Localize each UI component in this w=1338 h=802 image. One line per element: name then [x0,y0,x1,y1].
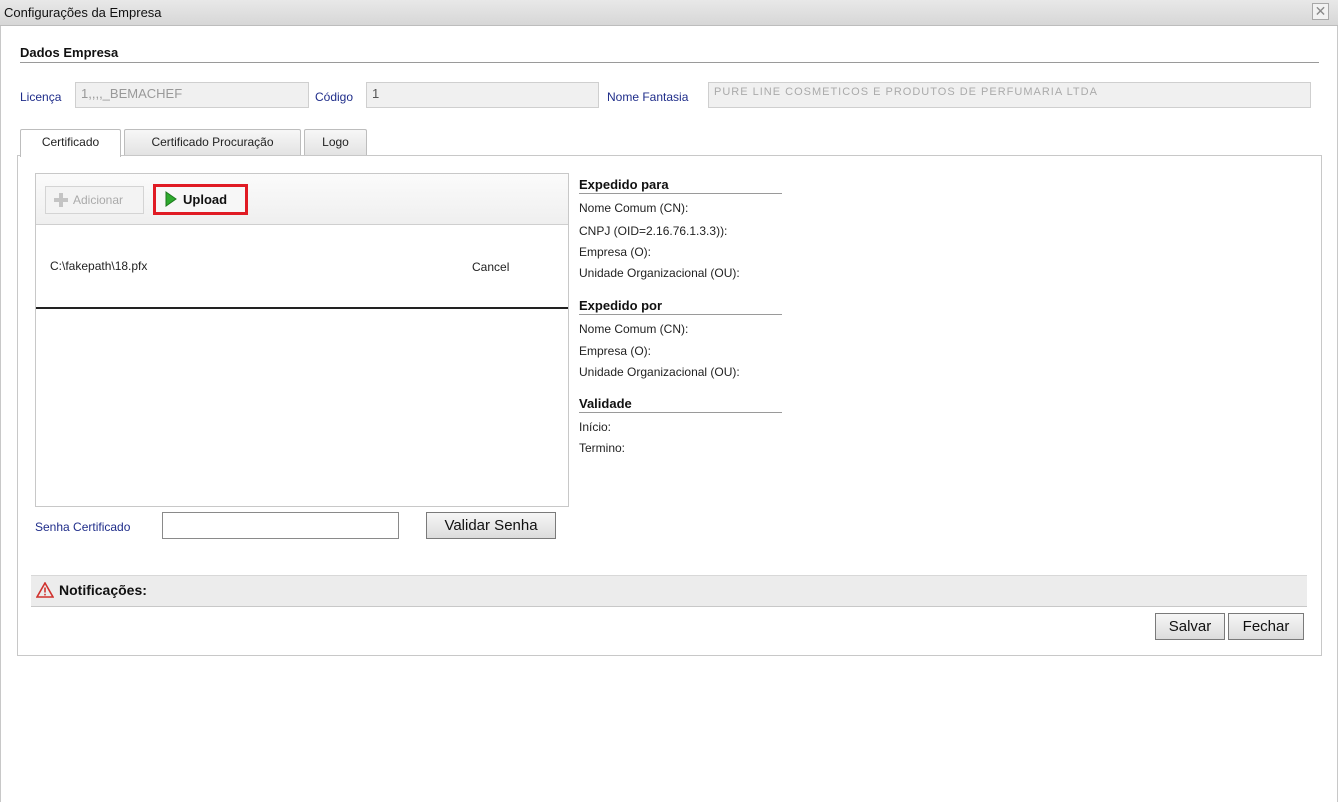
nome-fantasia-label: Nome Fantasia [607,90,689,104]
window-titlebar: Configurações da Empresa ✕ [0,0,1338,26]
plus-icon [54,187,68,213]
expedido-para-cnpj: CNPJ (OID=2.16.76.1.3.3)): [579,224,728,238]
warning-icon [35,581,55,598]
expedido-por-title: Expedido por [579,298,663,313]
add-button[interactable]: Adicionar [45,186,144,214]
play-icon [164,189,178,209]
validade-inicio: Início: [579,420,612,434]
close-button[interactable]: Fechar [1228,613,1304,640]
upload-button-label: Upload [183,192,228,207]
licenca-label: Licença [20,90,62,104]
expedido-para-cn: Nome Comum (CN): [579,201,689,215]
expedido-por-cn: Nome Comum (CN): [579,322,689,336]
senha-certificado-input[interactable] [162,512,399,539]
file-name: C:\fakepath\18.pfx [50,259,148,273]
validade-divider [579,412,782,413]
tab-logo[interactable]: Logo [304,129,367,155]
licenca-field[interactable]: 1,,,,_BEMACHEF [75,82,309,108]
section-divider [20,62,1319,63]
close-icon[interactable]: ✕ [1312,3,1329,20]
validade-title: Validade [579,396,632,411]
expedido-para-title: Expedido para [579,177,669,192]
expedido-por-ou: Unidade Organizacional (OU): [579,365,740,379]
tab-certificado-procuracao[interactable]: Certificado Procuração [124,129,301,155]
validar-senha-button[interactable]: Validar Senha [426,512,556,539]
validade-termino: Termino: [579,441,626,455]
file-cancel-link[interactable]: Cancel [472,260,509,274]
expedido-para-divider [579,193,782,194]
file-progress-line [36,307,568,309]
expedido-para-empresa: Empresa (O): [579,245,652,259]
notifications-label: Notificações: [59,582,147,598]
expedido-por-divider [579,314,782,315]
expedido-para-ou: Unidade Organizacional (OU): [579,266,740,280]
save-button[interactable]: Salvar [1155,613,1225,640]
nome-fantasia-field[interactable]: PURE LINE COSMETICOS E PRODUTOS DE PERFU… [708,82,1311,108]
section-title: Dados Empresa [20,45,119,60]
codigo-field[interactable]: 1 [366,82,599,108]
tab-certificado[interactable]: Certificado [20,129,121,157]
expedido-por-empresa: Empresa (O): [579,344,652,358]
codigo-label: Código [315,90,354,104]
upload-button[interactable]: Upload [153,184,248,215]
notifications-bar [31,575,1307,607]
window-title: Configurações da Empresa [4,5,162,20]
add-button-label: Adicionar [73,193,124,207]
senha-certificado-label: Senha Certificado [35,520,131,534]
window-border-left [0,26,1,802]
